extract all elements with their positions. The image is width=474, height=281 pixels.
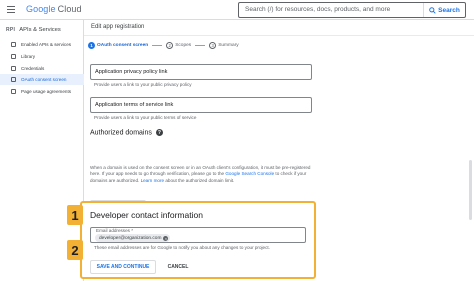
remove-chip-icon[interactable]: × [163,235,169,241]
email-chip[interactable]: developer@organization.com × [95,234,171,242]
step-oauth-consent[interactable]: 1 OAuth consent screen [88,42,148,49]
step-divider [195,45,206,46]
api-badge: RPI [6,27,16,33]
search-button[interactable]: Search [423,3,465,17]
apis-icon [11,42,16,47]
consent-icon [11,77,16,82]
step-number: 2 [166,42,174,49]
step-divider [152,45,163,46]
sidebar-item-label: Enabled APIs & services [21,42,72,47]
logo-cloud: Cloud [57,4,82,14]
privacy-policy-field[interactable]: Application privacy policy link [90,64,312,80]
search-icon [429,6,436,14]
sidebar-header: RPI APIs & Services [6,24,61,36]
step-marker-1: 1 [67,205,83,225]
sidebar-item-label: OAuth consent screen [21,77,67,82]
google-cloud-logo[interactable]: Google Cloud [26,4,82,14]
developer-contact-highlight: Developer contact information Email addr… [80,201,316,279]
step-number: 1 [88,42,95,49]
email-addresses-field[interactable]: Email addresses * developer@organization… [90,227,306,243]
help-icon[interactable]: ? [155,129,163,136]
terms-of-service-label: Application terms of service link [95,102,174,108]
cancel-button[interactable]: CANCEL [162,260,194,274]
step-scopes[interactable]: 2 Scopes [166,42,191,49]
privacy-policy-label: Application privacy policy link [95,69,168,75]
sidebar-title: APIs & Services [19,27,61,33]
authorized-domains-description: When a domain is used on the consent scr… [90,165,314,184]
authorized-domains-heading: Authorized domains [90,129,152,137]
scrollbar[interactable] [469,160,472,220]
step-summary[interactable]: 3 Summary [209,42,239,49]
email-addresses-label: Email addresses * [96,228,134,233]
google-search-console-link[interactable]: Google Search Console [225,171,274,176]
email-hint: These email addresses are for Google to … [94,245,270,250]
learn-more-link[interactable]: Learn more [141,178,165,183]
authorized-domains-title: Authorized domains? [90,129,163,136]
logo-google: Google [26,4,56,14]
search-input[interactable]: Search (/) for resources, docs, products… [245,6,390,13]
step-label: Scopes [175,43,192,48]
sidebar-item-enabled-apis[interactable]: Enabled APIs & services [0,39,84,50]
step-label: OAuth consent screen [97,43,149,48]
sidebar-item-label: Page usage agreements [21,89,72,94]
save-and-continue-button[interactable]: SAVE AND CONTINUE [90,260,156,274]
sidebar-item-page-usage[interactable]: Page usage agreements [0,86,84,97]
sidebar-item-label: Library [21,54,36,59]
top-bar: Google Cloud Search (/) for resources, do… [0,0,474,20]
stepper: 1 OAuth consent screen 2 Scopes 3 Summar… [88,41,239,50]
developer-contact-title: Developer contact information [90,210,203,220]
agreement-icon [11,89,16,94]
search-button-label: Search [438,6,460,14]
menu-icon[interactable] [7,6,15,13]
privacy-policy-hint: Provide users a link to your public priv… [94,82,192,87]
domains-text-3: about the authorized domain limit. [164,177,235,183]
sidebar-item-label: Credentials [21,66,45,71]
step-number: 3 [209,42,217,49]
email-chip-label: developer@organization.com [99,235,162,241]
sidebar-item-library[interactable]: Library [0,51,84,62]
sidebar-item-oauth-consent[interactable]: OAuth consent screen [0,74,84,85]
page-title: Edit app registration [91,24,145,30]
key-icon [11,66,16,71]
library-icon [11,54,16,59]
terms-of-service-field[interactable]: Application terms of service link [90,97,312,113]
page-header: Edit app registration [84,20,474,36]
sidebar-item-credentials[interactable]: Credentials [0,63,84,74]
terms-of-service-hint: Provide users a link to your public term… [94,115,197,120]
step-label: Summary [218,43,239,48]
search-bar[interactable]: Search (/) for resources, docs, products… [238,2,466,18]
step-marker-2: 2 [67,240,83,260]
